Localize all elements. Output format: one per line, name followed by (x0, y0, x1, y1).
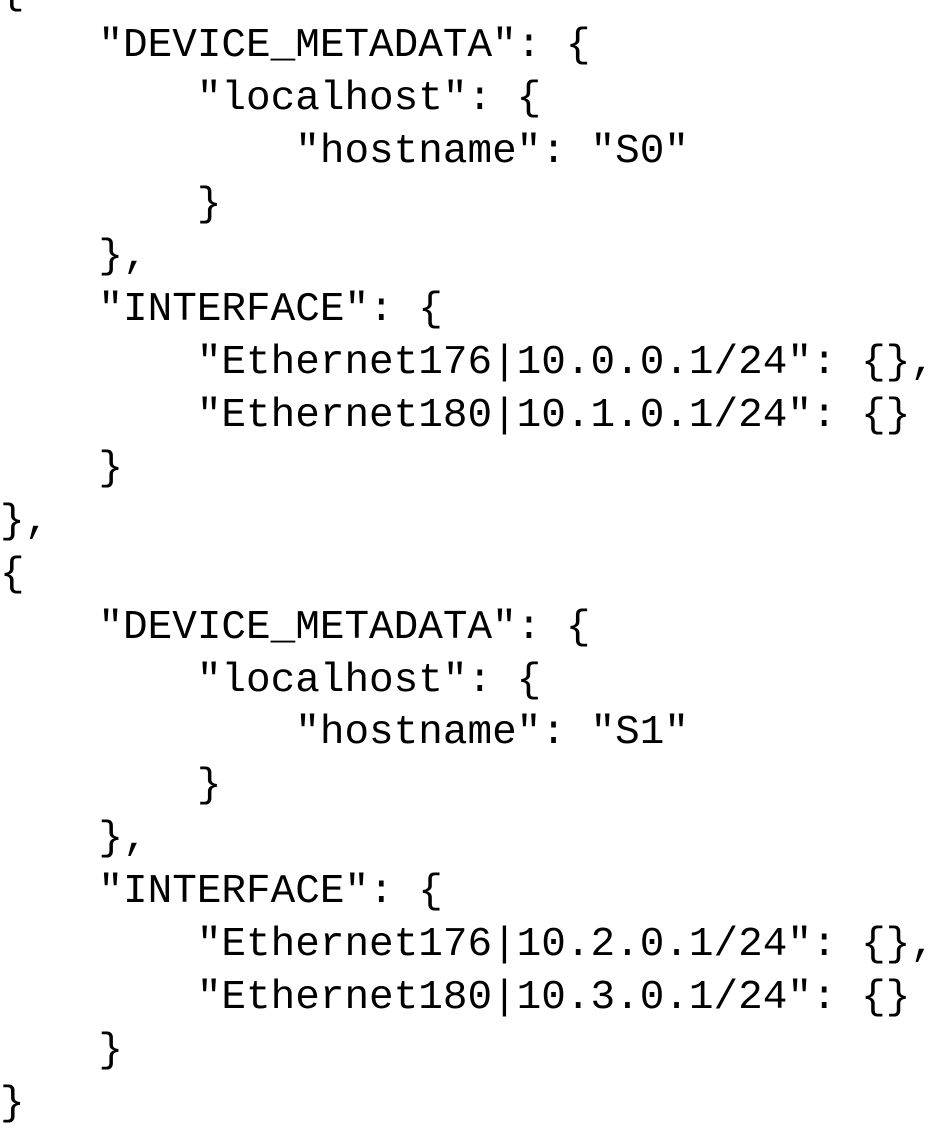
code-line: { (0, 0, 935, 20)
code-line: "INTERFACE": { (0, 869, 443, 916)
code-line: } (0, 181, 222, 228)
code-line: "Ethernet176|10.2.0.1/24": {}, (0, 922, 935, 969)
code-line: "Ethernet180|10.1.0.1/24": {} (0, 393, 911, 440)
code-line: { (0, 551, 25, 598)
code-line: "Ethernet176|10.0.0.1/24": {}, (0, 340, 935, 387)
code-line: "DEVICE_METADATA": { (0, 604, 591, 651)
code-line: "hostname": "S0" (0, 128, 689, 175)
code-line: "localhost": { (0, 657, 542, 704)
json-code-block: { "DEVICE_METADATA": { "localhost": { "h… (0, 0, 935, 1131)
code-line: }, (0, 498, 50, 545)
code-line: "hostname": "S1" (0, 710, 689, 757)
code-line: "INTERFACE": { (0, 287, 443, 334)
code-line: }, (0, 816, 148, 863)
code-line: } (0, 446, 124, 493)
code-line: }, (0, 234, 148, 281)
code-line: } (0, 1080, 25, 1127)
code-line: "DEVICE_METADATA": { (0, 22, 591, 69)
code-line: "localhost": { (0, 75, 542, 122)
code-line: "Ethernet180|10.3.0.1/24": {} (0, 974, 911, 1021)
code-line: } (0, 1027, 124, 1074)
code-line: } (0, 763, 222, 810)
